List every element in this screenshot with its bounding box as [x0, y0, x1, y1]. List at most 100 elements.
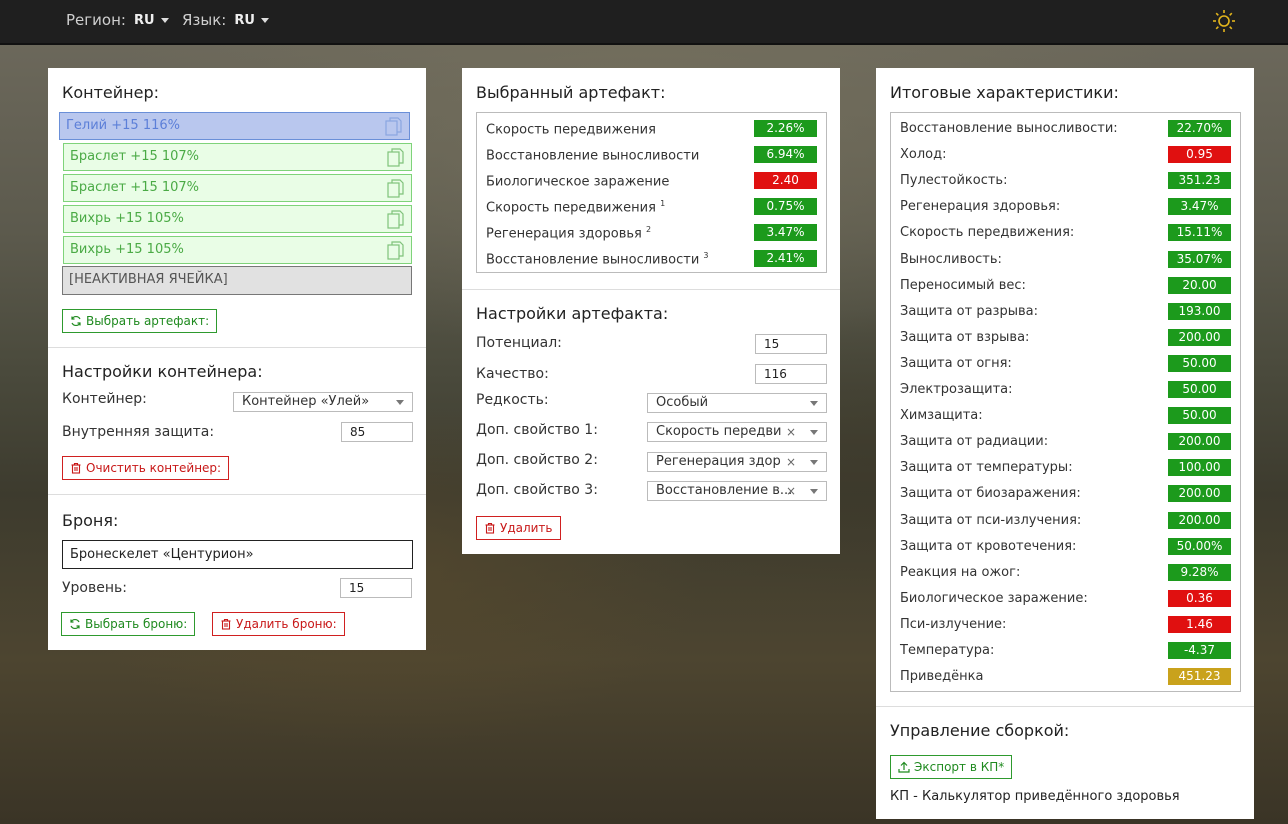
copy-icon[interactable] — [387, 148, 405, 168]
stat-row: Скорость передвижения 2.26% — [477, 115, 826, 141]
inner-protection-input[interactable]: 85 — [341, 422, 413, 442]
delete-armor-button[interactable]: Удалить броню: — [212, 612, 345, 636]
container-slot[interactable]: Вихрь +15 105% — [63, 205, 412, 233]
refresh-icon — [70, 618, 80, 630]
extra-prop-2-value: Регенерация здор — [656, 454, 781, 469]
chevron-down-icon — [396, 400, 404, 405]
container-slot[interactable]: Вихрь +15 105% — [63, 236, 412, 264]
stat-row: Защита от огня: 50.00 — [891, 350, 1240, 376]
stat-value: 0.36 — [1168, 589, 1231, 607]
armor-input[interactable]: Бронескелет «Центурион» — [62, 540, 413, 569]
stat-row: Скорость передвижения 1 0.75% — [477, 193, 826, 219]
language-label: Язык: — [182, 11, 227, 29]
extra-prop-3-label: Доп. свойство 3: — [476, 482, 598, 498]
slot-label: Гелий +15 116% — [66, 118, 180, 133]
stat-row: Электрозащита: 50.00 — [891, 376, 1240, 402]
clear-icon[interactable]: × — [786, 423, 796, 441]
extra-prop-3-value: Восстановление в... — [656, 483, 793, 498]
stat-name: Реакция на ожог: — [900, 564, 1021, 580]
copy-icon[interactable] — [387, 210, 405, 230]
stat-row: Переносимый вес: 20.00 — [891, 272, 1240, 298]
chevron-down-icon — [810, 460, 818, 465]
artifact-panel: Выбранный артефакт: Скорость передвижени… — [462, 68, 840, 554]
stat-value: 50.00% — [1168, 537, 1231, 555]
container-type-label: Контейнер: — [62, 391, 147, 407]
delete-artifact-button[interactable]: Удалить — [476, 516, 561, 540]
extra-prop-2-label: Доп. свойство 2: — [476, 452, 598, 468]
copy-icon[interactable] — [387, 241, 405, 261]
region-value: RU — [133, 12, 155, 28]
container-type-select[interactable]: Контейнер «Улей» — [233, 392, 413, 412]
totals-panel: Итоговые характеристики: Восстановление … — [876, 68, 1254, 819]
armor-level-input[interactable]: 15 — [340, 578, 412, 598]
stat-value: 9.28% — [1168, 563, 1231, 581]
extra-prop-1-select[interactable]: Скорость передви × — [647, 422, 827, 442]
stat-row: Восстановление выносливости 3 2.41% — [477, 245, 826, 271]
stat-row: Защита от кровотечения: 50.00% — [891, 533, 1240, 559]
clear-container-button[interactable]: Очистить контейнер: — [62, 456, 230, 480]
stat-name: Пси-излучение: — [900, 616, 1007, 632]
totals-stats-table: Восстановление выносливости: 22.70% Холод:… — [890, 112, 1241, 692]
stat-row: Защита от биозаражения: 200.00 — [891, 480, 1240, 506]
build-management-title: Управление сборкой: — [890, 721, 1070, 740]
container-slot[interactable]: Браслет +15 107% — [63, 143, 412, 171]
delete-artifact-label: Удалить — [500, 521, 553, 535]
stat-name: Скорость передвижения: — [900, 225, 1075, 241]
stat-name: Биологическое заражение: — [900, 590, 1088, 606]
container-type-value: Контейнер «Улей» — [242, 394, 370, 409]
stat-value: 35.07% — [1168, 250, 1231, 268]
footnote: КП - Калькулятор приведённого здоровья — [890, 789, 1180, 804]
artifact-stats-table: Скорость передвижения 2.26% Восстановлен… — [476, 112, 827, 273]
stat-name: Приведёнка — [900, 669, 984, 685]
region-dropdown[interactable]: Регион: RU — [66, 11, 169, 29]
stat-name: Температура: — [900, 643, 995, 658]
stat-value: 2.26% — [754, 120, 817, 137]
potential-input[interactable]: 15 — [755, 334, 827, 354]
potential-label: Потенциал: — [476, 335, 562, 351]
export-button[interactable]: Экспорт в КП* — [890, 755, 1013, 779]
extra-prop-2-select[interactable]: Регенерация здор × — [647, 452, 827, 472]
copy-icon[interactable] — [387, 179, 405, 199]
selected-artifact-title: Выбранный артефакт: — [476, 83, 666, 102]
stat-row: Регенерация здоровья 2 3.47% — [477, 219, 826, 245]
container-slot[interactable]: Браслет +15 107% — [63, 174, 412, 202]
stat-name: Биологическое заражение — [486, 174, 670, 190]
sun-icon[interactable] — [1212, 9, 1236, 33]
select-armor-label: Выбрать броню: — [85, 617, 188, 631]
chevron-down-icon — [260, 17, 269, 23]
container-slot-selected[interactable]: Гелий +15 116% — [59, 112, 410, 140]
stat-row: Химзащита: 50.00 — [891, 402, 1240, 428]
stat-value: 50.00 — [1168, 407, 1231, 425]
upload-icon — [898, 761, 910, 773]
slot-label: Браслет +15 107% — [70, 180, 200, 195]
stat-name: Холод: — [900, 147, 947, 163]
select-armor-button[interactable]: Выбрать броню: — [61, 612, 196, 636]
rarity-label: Редкость: — [476, 392, 549, 408]
select-artifact-button[interactable]: Выбрать артефакт: — [62, 309, 218, 333]
language-dropdown[interactable]: Язык: RU — [182, 11, 269, 29]
trash-icon — [485, 522, 495, 534]
rarity-value: Особый — [656, 395, 709, 410]
chevron-down-icon — [810, 489, 818, 494]
quality-label: Качество: — [476, 366, 549, 382]
stat-value: 2.40 — [754, 172, 817, 189]
stat-value: 200.00 — [1168, 511, 1231, 529]
inner-protection-label: Внутренняя защита: — [62, 424, 215, 440]
armor-level-label: Уровень: — [62, 580, 127, 596]
stat-value: 0.75% — [754, 198, 817, 215]
stat-value: 351.23 — [1168, 172, 1231, 190]
extra-prop-3-select[interactable]: Восстановление в... × — [647, 481, 827, 501]
rarity-select[interactable]: Особый — [647, 393, 827, 413]
stat-value: 100.00 — [1168, 459, 1231, 477]
copy-icon[interactable] — [385, 117, 403, 137]
extra-prop-1-value: Скорость передви — [656, 424, 782, 439]
stat-name: Химзащита: — [900, 408, 983, 424]
clear-icon[interactable]: × — [786, 482, 796, 500]
stat-name: Пулестойкость: — [900, 173, 1008, 189]
quality-input[interactable]: 116 — [755, 364, 827, 384]
stat-row: Защита от температуры: 100.00 — [891, 454, 1240, 480]
stat-name: Выносливость: — [900, 251, 1002, 267]
stat-value: 20.00 — [1168, 276, 1231, 294]
divider — [462, 289, 840, 290]
clear-icon[interactable]: × — [786, 453, 796, 471]
